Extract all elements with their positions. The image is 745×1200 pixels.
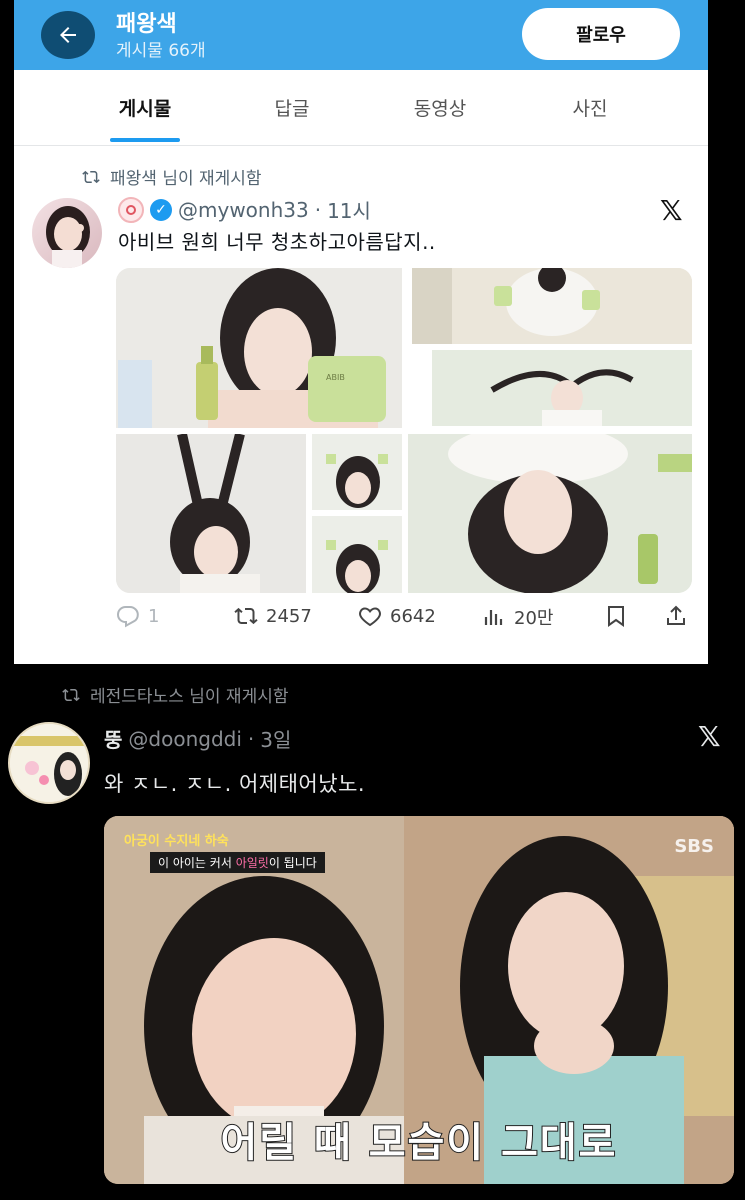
show-logo: 아궁이 수지네 하숙 (124, 834, 229, 849)
photo-product-image: ABIB (116, 268, 402, 428)
photo-pose-a-image (312, 434, 402, 510)
retweet-button[interactable]: 2457 (234, 604, 312, 628)
heart-icon (359, 607, 381, 627)
views-button[interactable]: 20만 (482, 604, 553, 630)
avatar-dark-image (10, 724, 88, 802)
tweet-media-grid[interactable]: ABIB (116, 268, 692, 593)
profile-name: 패왕색 (116, 12, 177, 37)
tab-photos[interactable]: 사진 (520, 94, 660, 121)
video-caption: 어릴 때 모습이 그대로 (220, 1119, 618, 1167)
photo-lying-hair[interactable] (432, 350, 692, 426)
show-subtitle-highlight: 아일릿 (235, 856, 269, 870)
arrow-left-icon (60, 27, 76, 43)
tab-videos[interactable]: 동영상 (370, 94, 510, 121)
share-icon (667, 605, 685, 625)
dot-separator: · (314, 197, 322, 222)
retweet-context-text: 패왕색 님이 재게시함 (110, 169, 262, 189)
photo-pose-b[interactable] (312, 516, 402, 593)
x-logo-icon: 𝕏 (660, 194, 683, 227)
photo-hair-up[interactable] (116, 434, 306, 593)
x-logo-icon: 𝕏 (698, 720, 721, 753)
dot-separator: · (247, 726, 255, 751)
photo-pose-b-image (312, 516, 402, 593)
photo-sitting-top[interactable] (412, 268, 692, 344)
profile-emoji-icon (118, 196, 144, 223)
reply-icon (116, 606, 139, 628)
retweet-icon (82, 170, 100, 183)
retweet-icon (62, 688, 80, 701)
views-chart-icon (484, 610, 503, 625)
avatar[interactable] (32, 198, 102, 268)
tweet-author-name[interactable]: 뚱 (104, 724, 122, 753)
avatar-image (46, 206, 90, 268)
reply-button[interactable]: 1 (116, 604, 159, 628)
tab-posts[interactable]: 게시물 (75, 94, 215, 121)
like-count: 6642 (390, 605, 436, 627)
post-count: 게시물 66개 (116, 41, 206, 61)
follow-button[interactable]: 팔로우 (522, 8, 680, 60)
profile-header: 패왕색 게시물 66개 팔로우 (14, 0, 708, 70)
tweet-header: ✓ @mywonh33 · 11시 (118, 195, 371, 224)
tweet-actions: 1 2457 6642 20만 (116, 604, 696, 640)
show-subtitle: 이 아이는 커서 아일릿이 됩니다 (150, 852, 325, 873)
profile-screenshot: 패왕색 게시물 66개 팔로우 게시물 답글 동영상 사진 패왕색 님이 재게시… (14, 0, 708, 664)
retweet-count: 2457 (266, 605, 312, 627)
views-count: 20만 (514, 608, 554, 629)
tweet-header-dark: 뚱 @doongddi · 3일 (104, 724, 291, 753)
share-button[interactable] (664, 604, 688, 628)
reply-count: 1 (148, 605, 160, 627)
show-subtitle-b: 이 됩니다 (268, 856, 317, 870)
tweet-time[interactable]: 3일 (260, 724, 291, 753)
photo-product-shot[interactable]: ABIB (116, 268, 402, 428)
broadcaster-logo: SBS (674, 836, 714, 857)
photo-upside-down-image (408, 434, 692, 593)
show-subtitle-a: 이 아이는 커서 (158, 856, 236, 870)
tweet-handle[interactable]: @mywonh33 (178, 198, 309, 222)
retweet-icon (234, 607, 258, 625)
profile-tabs: 게시물 답글 동영상 사진 (14, 70, 708, 146)
active-tab-indicator (110, 138, 180, 142)
tab-replies[interactable]: 답글 (222, 94, 362, 121)
retweet-context-dark: 레전드타노스 님이 재게시함 (60, 682, 289, 707)
tweet-time[interactable]: 11시 (327, 195, 371, 224)
like-button[interactable]: 6642 (358, 604, 436, 628)
photo-upside-down[interactable] (408, 434, 692, 593)
verified-badge-icon: ✓ (150, 198, 172, 221)
tweet-text: 아비브 원희 너무 청초하고아름답지.. (118, 230, 436, 254)
tweet-video[interactable]: 아궁이 수지네 하숙 이 아이는 커서 아일릿이 됩니다 SBS 어릴 때 모습… (104, 816, 734, 1184)
bookmark-icon (608, 606, 624, 627)
photo-pose-a[interactable] (312, 434, 402, 510)
photo-label: ABIB (326, 373, 345, 382)
back-button[interactable] (41, 11, 95, 59)
tweet-text: 와 ㅈㄴ. ㅈㄴ. 어제태어났노. (104, 772, 366, 796)
photo-hair-up-image (116, 434, 306, 593)
photo-lying-image (432, 350, 692, 426)
avatar-dark[interactable] (8, 722, 90, 804)
photo-sitting-image (412, 268, 692, 344)
tweet-handle[interactable]: @doongddi (128, 727, 242, 751)
retweet-context: 패왕색 님이 재게시함 (80, 164, 262, 189)
bookmark-button[interactable] (604, 604, 628, 628)
retweet-context-text: 레전드타노스 님이 재게시함 (90, 687, 289, 707)
